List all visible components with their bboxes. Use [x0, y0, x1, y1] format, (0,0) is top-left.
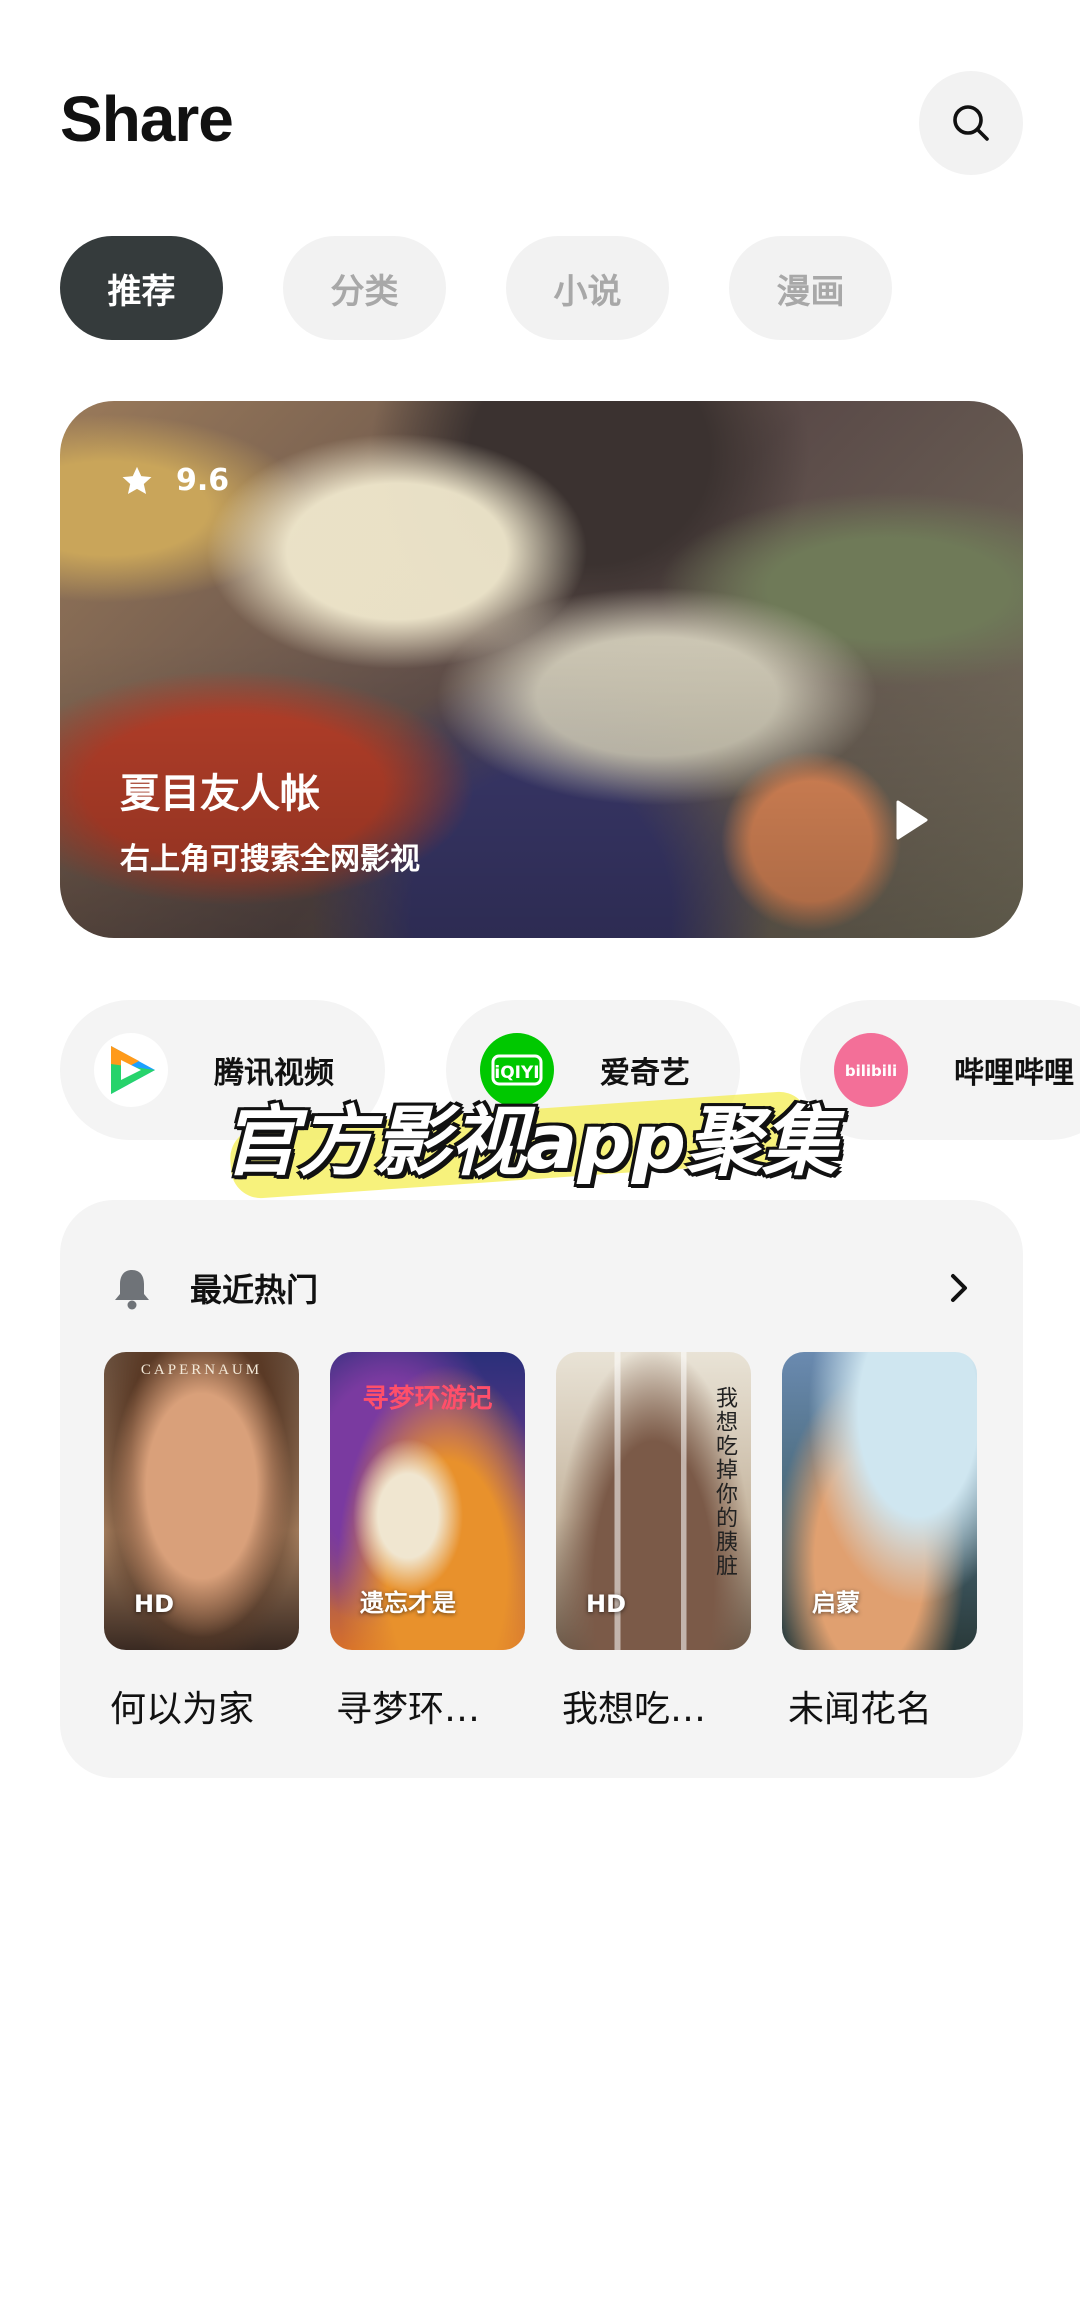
overlay-caption: 官方影视app聚集	[221, 1097, 839, 1186]
poster-badge: 遗忘才是	[360, 1589, 456, 1617]
tab-novel[interactable]: 小说	[506, 236, 669, 340]
poster-badge: 启蒙	[812, 1589, 860, 1617]
poster-image: 寻梦环游记 遗忘才是	[330, 1352, 525, 1650]
hot-poster-list: CAPERNAUM HD 何以为家 寻梦环游记 遗忘才是 寻梦环… 我想吃掉你的…	[104, 1352, 977, 1732]
platform-label: 哔哩哔哩	[954, 1056, 1074, 1091]
poster-image: CAPERNAUM HD	[104, 1352, 299, 1650]
poster-badge: HD	[586, 1590, 627, 1618]
bell-icon	[115, 1270, 149, 1310]
poster-badge: HD	[134, 1590, 175, 1618]
poster-title: 何以为家	[110, 1689, 255, 1730]
rating-value: 9.6	[176, 463, 230, 498]
poster-title: 寻梦环…	[336, 1689, 481, 1730]
tab-category[interactable]: 分类	[283, 236, 446, 340]
poster-title: 未闻花名	[788, 1689, 933, 1730]
banner-subtitle: 右上角可搜索全网影视	[120, 842, 420, 877]
hot-header[interactable]: 最近热门	[112, 1252, 971, 1324]
star-icon	[122, 466, 152, 494]
search-icon	[953, 105, 989, 141]
svg-text:bilibili: bilibili	[845, 1062, 897, 1080]
featured-banner[interactable]: 9.6 夏目友人帐 右上角可搜索全网影视	[60, 401, 1023, 938]
app-title: Share	[60, 83, 234, 155]
hot-section: 最近热门 CAPERNAUM HD 何以为家 寻梦环游记 遗忘才是 寻梦环… 我…	[60, 1200, 1023, 1778]
tencent-video-icon	[94, 1033, 168, 1107]
search-button[interactable]	[919, 71, 1023, 175]
banner-rating: 9.6	[120, 463, 229, 498]
banner-title: 夏目友人帐	[120, 771, 320, 817]
poster-text: 寻梦环游记	[362, 1384, 493, 1414]
poster-title: 我想吃…	[562, 1689, 707, 1730]
tab-recommend[interactable]: 推荐	[60, 236, 223, 340]
poster-item-pancreas[interactable]: 我想吃掉你的胰脏 HD 我想吃…	[556, 1352, 751, 1732]
poster-item-anohana[interactable]: 启蒙 未闻花名	[782, 1352, 977, 1732]
chevron-right-icon[interactable]	[947, 1272, 971, 1304]
play-icon[interactable]	[894, 799, 930, 841]
poster-image: 启蒙	[782, 1352, 977, 1650]
hot-title: 最近热门	[190, 1271, 319, 1309]
poster-image: 我想吃掉你的胰脏 HD	[556, 1352, 751, 1650]
category-tabs: 推荐 分类 小说 漫画	[60, 236, 892, 340]
poster-text: CAPERNAUM	[140, 1362, 263, 1378]
poster-item-coco[interactable]: 寻梦环游记 遗忘才是 寻梦环…	[330, 1352, 525, 1732]
poster-item-capernaum[interactable]: CAPERNAUM HD 何以为家	[104, 1352, 299, 1732]
tab-comic[interactable]: 漫画	[729, 236, 892, 340]
poster-text: 我想吃掉你的胰脏	[713, 1386, 738, 1578]
